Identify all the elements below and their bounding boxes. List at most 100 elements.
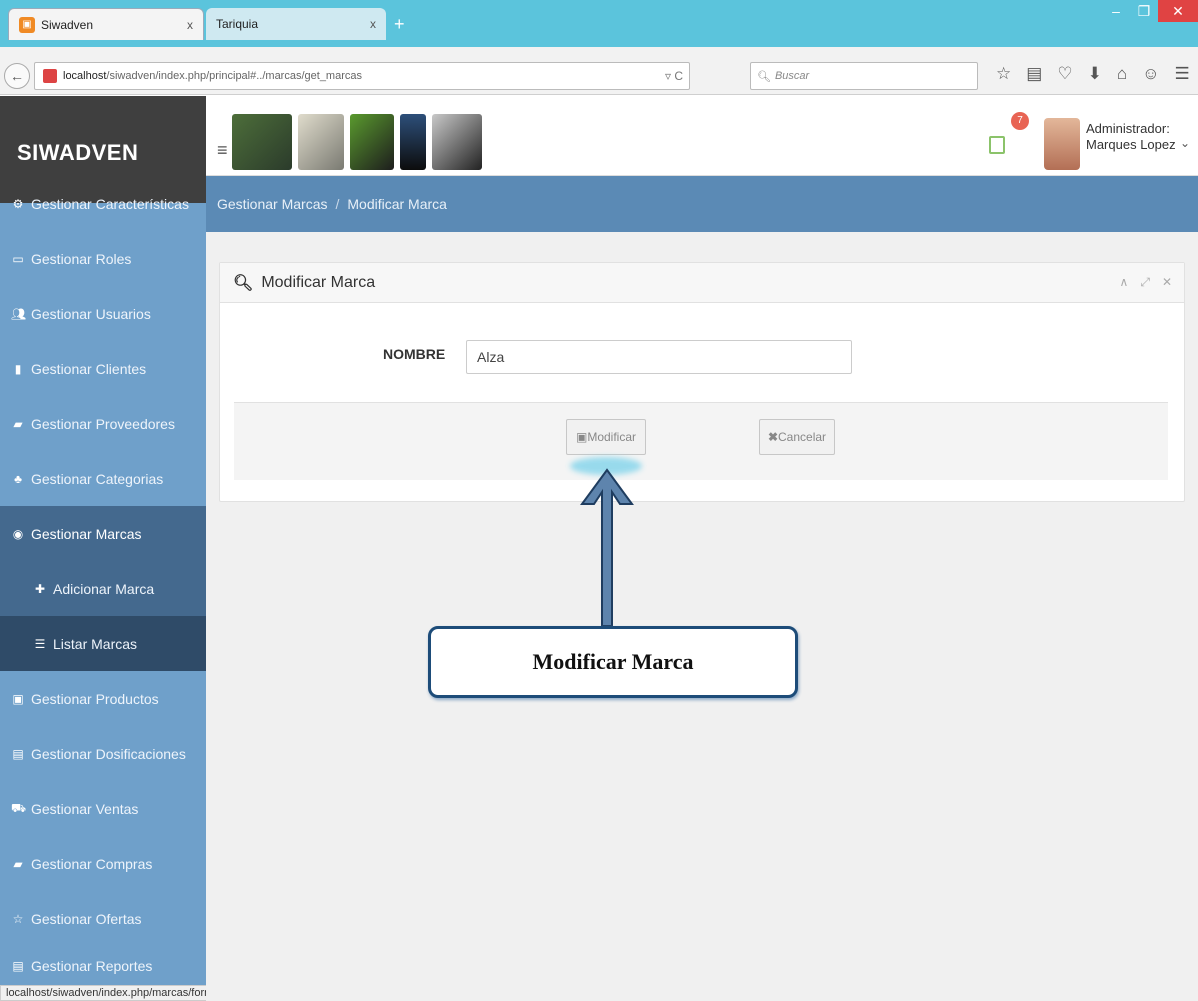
sidebar-item-usuarios[interactable]: 👥︎ Gestionar Usuarios (0, 286, 206, 341)
sidebar-item-label: Gestionar Reportes (31, 958, 153, 974)
handset-image (432, 114, 482, 170)
bookmark-star-icon[interactable]: ☆ (996, 64, 1011, 84)
briefcase-icon: ▮ (14, 361, 22, 376)
cancel-button[interactable]: ✖ Cancelar (759, 419, 835, 455)
tablet-image (232, 114, 292, 170)
cart-icon: ⛟ (11, 800, 27, 815)
sidebar-item-label: Gestionar Productos (31, 690, 159, 707)
sidebar-item-productos[interactable]: ▣ Gestionar Productos (0, 671, 206, 726)
tab-tariquia[interactable]: Tariquia x (206, 8, 386, 40)
url-path: /siwadven/index.php/principal#../marcas/… (106, 70, 362, 82)
breadcrumb-parent[interactable]: Gestionar Marcas (217, 196, 327, 212)
sidebar-item-compras[interactable]: ▰ Gestionar Compras (0, 836, 206, 891)
sidebar-item-label: Gestionar Ofertas (31, 910, 142, 927)
plus-icon: ✚ (34, 581, 46, 596)
browser-toolbar-icons: ☆ ▤ ♡ ⬇ ⌂ ☺ ☰ (996, 64, 1190, 84)
annotation-arrow (570, 457, 642, 627)
sidebar-item-dosificaciones[interactable]: ▤ Gestionar Dosificaciones (0, 726, 206, 781)
panel-title: Modificar Marca (261, 273, 376, 291)
menu-icon[interactable]: ☰ (1174, 64, 1189, 84)
back-arrow-icon[interactable]: ← (4, 63, 30, 89)
sidebar-item-label: Gestionar Usuarios (31, 305, 151, 322)
breadcrumb-separator: / (335, 196, 340, 212)
close-window-icon[interactable]: ✕ (1158, 0, 1198, 22)
expand-icon[interactable]: ⤢ (1140, 275, 1150, 290)
annotation-callout: Modificar Marca (428, 626, 798, 698)
sidebar-item-label: Gestionar Categorias (31, 470, 164, 487)
minimize-icon[interactable]: – (1102, 0, 1130, 22)
book-icon: ▰ (13, 856, 23, 871)
calendar-icon[interactable] (989, 136, 1005, 154)
product-banner (232, 110, 502, 174)
close-icon[interactable]: ✕ (1162, 275, 1172, 290)
notification-badge[interactable]: 7 (1011, 112, 1029, 130)
sidebar-item-label: Gestionar Dosificaciones (31, 745, 186, 762)
target-icon: ◉ (12, 526, 24, 541)
chat-icon[interactable]: ☺ (1142, 64, 1159, 84)
sidebar-item-caracteristicas[interactable]: ⚙ Gestionar Características (0, 176, 206, 231)
sidebar-item-ofertas[interactable]: ☆ Gestionar Ofertas (0, 891, 206, 946)
sidebar-toggle-icon[interactable]: ≡ (217, 140, 228, 161)
window-controls: – ❐ ✕ (1102, 0, 1198, 22)
pocket-icon[interactable]: ♡ (1057, 64, 1072, 84)
home-icon[interactable]: ⌂ (1117, 64, 1127, 84)
sidebar-item-label: Gestionar Ventas (31, 800, 139, 817)
url-bar[interactable]: localhost /siwadven/index.php/principal#… (34, 62, 690, 90)
id-card-icon: ▭ (12, 251, 24, 266)
sidebar-item-ventas[interactable]: ⛟ Gestionar Ventas (0, 781, 206, 836)
panel-header: 🔍︎ Modificar Marca (220, 263, 1184, 303)
cancel-label: Cancelar (778, 430, 827, 444)
save-icon: ▣ (575, 430, 588, 444)
sidebar-item-roles[interactable]: ▭ Gestionar Roles (0, 231, 206, 286)
sidebar-item-label: Adicionar Marca (53, 580, 155, 597)
users-icon: 👥︎ (11, 306, 27, 321)
site-identity-icon[interactable] (43, 69, 57, 83)
list-icon: ☰ (34, 636, 46, 651)
search-icon: 🔍︎ (233, 274, 254, 292)
sitemap-icon: ♣ (14, 471, 22, 486)
collapse-icon[interactable]: ∧ (1120, 275, 1129, 290)
sidebar-item-label: Gestionar Compras (31, 855, 153, 872)
sidebar-item-label: Gestionar Proveedores (31, 415, 175, 432)
sidebar-item-listar-marcas[interactable]: ☰ Listar Marcas (0, 616, 206, 671)
close-tab-icon[interactable]: x (370, 17, 376, 31)
sidebar-item-adicionar-marca[interactable]: ✚ Adicionar Marca (0, 561, 206, 616)
reload-icon[interactable]: ▿ C (665, 69, 683, 83)
toy-image (298, 114, 344, 170)
user-role: Administrador: (1086, 121, 1170, 136)
sidebar-item-categorias[interactable]: ♣ Gestionar Categorias (0, 451, 206, 506)
user-name: Marques Lopez (1086, 137, 1176, 152)
user-menu[interactable]: Administrador: Marques Lopez ⌄ (1086, 121, 1190, 153)
new-tab-button[interactable]: + (394, 14, 405, 35)
reading-list-icon[interactable]: ▤ (1026, 64, 1042, 84)
url-host: localhost (63, 70, 107, 82)
truck-icon: ▰ (13, 416, 23, 431)
nombre-input[interactable] (466, 340, 852, 374)
tab-label: Tariquia (216, 17, 259, 31)
sidebar-item-marcas[interactable]: ◉ Gestionar Marcas (0, 506, 206, 561)
avatar[interactable] (1044, 118, 1080, 170)
sidebar-item-label: Gestionar Características (31, 195, 189, 212)
nombre-label: NOMBRE (383, 346, 446, 362)
star-icon: ☆ (12, 911, 24, 926)
breadcrumb-current: Modificar Marca (347, 196, 447, 212)
sidebar-item-label: Listar Marcas (53, 635, 138, 652)
sidebar-item-reportes[interactable]: ▤ Gestionar Reportes (0, 946, 206, 986)
ereader-image (350, 114, 394, 170)
restore-icon[interactable]: ❐ (1130, 0, 1158, 22)
sidebar-item-label: Gestionar Clientes (31, 360, 147, 377)
download-icon[interactable]: ⬇ (1088, 64, 1102, 84)
search-placeholder: Buscar (774, 70, 810, 82)
modify-label: Modificar (587, 430, 637, 444)
panel-tools: ∧ ⤢ ✕ (1120, 275, 1172, 290)
app-favicon-icon: ▣ (19, 16, 35, 33)
box-icon: ▣ (12, 691, 24, 706)
tab-label: Siwadven (41, 17, 94, 32)
sidebar-item-label: Gestionar Marcas (31, 525, 142, 542)
sidebar-item-proveedores[interactable]: ▰ Gestionar Proveedores (0, 396, 206, 451)
chevron-down-icon[interactable]: ⌄ (1180, 135, 1190, 151)
sidebar-item-clientes[interactable]: ▮ Gestionar Clientes (0, 341, 206, 396)
tab-siwadven[interactable]: ▣ Siwadven x (8, 8, 204, 40)
browser-search-input[interactable]: 🔍︎ Buscar (750, 62, 978, 90)
close-tab-icon[interactable]: x (187, 18, 193, 32)
